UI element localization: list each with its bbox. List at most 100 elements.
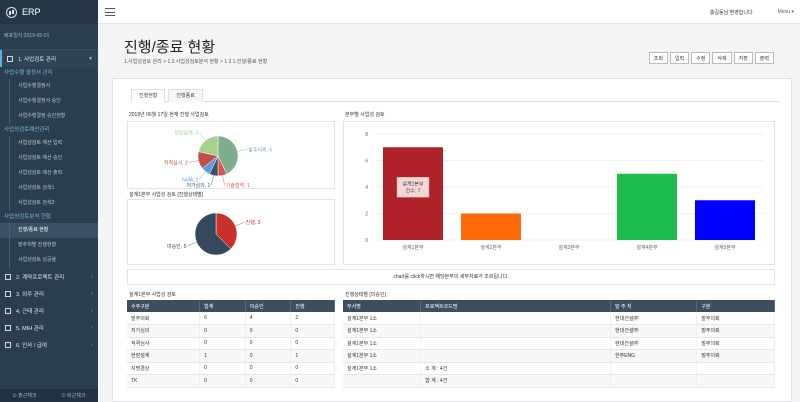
table-cell: 적격심사 [127,337,201,350]
check-out-button[interactable]: ⏻ 퇴근체크 [62,392,86,399]
check-out-label: 퇴근체크 [67,393,86,399]
table-row[interactable]: 설계1본부 1소 한주ENG 발주의뢰 [343,349,775,363]
pie-slice-label: 기술협약, 1 [226,182,250,189]
menu-group-hr-payroll[interactable]: 6. 인사 / 급여 ‹ [0,336,98,353]
y-tick-label: 0 [365,238,368,244]
menu-group-business-review[interactable]: 1. 사업검토 관리 ▼ [0,50,98,67]
insert-button[interactable]: 입력 [669,52,690,64]
sidebar-item[interactable]: 사업수행결정 승인현황 [0,109,98,124]
edit-button[interactable]: 수정 [691,52,711,64]
y-tick-label: 8 [365,132,368,138]
bar-chart[interactable]: 02468설계1본부 설계2본부 설계3본부 설계4본부 설계5본부설계1본부건수: 7 [344,122,776,266]
table-cell: 현대건설㈜ [610,312,698,325]
menu-group-outsourcing[interactable]: 3. 외주 관리 ‹ [0,285,98,302]
pie-leader-line [199,171,206,180]
logo[interactable]: ERP [0,0,98,24]
table-cell: 한주ENG [610,349,698,363]
table-cell: 0 [290,362,335,375]
table-cell [610,374,698,388]
menu-group-label: 2. 계약프로젝트 관리 [16,274,65,281]
search-button[interactable]: 조회 [648,52,668,64]
table-cell: 소 계 : 4건 [420,362,612,375]
sidebar-item[interactable]: 발주처별 진행현황 [0,238,98,253]
tooltip-value: 건수: 7 [406,187,421,194]
chevron-right-icon: ‹ [91,290,93,297]
chevron-right-icon: ‹ [91,307,93,314]
table-cell: 0 [245,374,292,388]
chevron-down-icon: ▼ [88,55,93,62]
tab-in-progress[interactable]: 진행현황 [131,89,166,102]
table-row[interactable]: 지명경상 0 0 0 [127,362,335,375]
sidebar-item[interactable]: 사업성검토 성공율 [0,253,98,268]
column-header: 합계 [199,300,246,312]
sidebar-item[interactable]: 사업수행결정서 승인 [0,94,98,109]
pie-leader-line [199,132,206,141]
table-row[interactable]: 설계1본부 1소 소 계 : 4건 [343,362,775,375]
pie-leader-line [188,160,199,163]
pie-leader-line [187,241,197,247]
hamburger-menu-icon[interactable] [105,8,115,16]
table-cell: 현장설계 [127,349,201,363]
sidebar-item[interactable]: 사업수행결정서 [0,79,98,94]
save-button[interactable]: 저장 [733,52,753,64]
table-row[interactable]: 현장설계 1 0 1 [127,349,335,363]
submenu-title: 사업수행 결정서 관리 [4,70,53,76]
column-header: 구분 [696,300,775,312]
x-tick-label: 설계3본부 [558,244,580,251]
sidebar-item[interactable]: 사업성검토 예산 입력 [0,136,98,151]
menu-group-contract[interactable]: 2. 계약프로젝트 관리 ‹ [0,268,98,285]
check-in-button[interactable]: ⊙ 출근체크 [13,392,37,399]
x-tick-label: 설계5본부 [714,244,736,251]
table-cell: 지명경상 [127,362,201,375]
top-menu-button[interactable]: Menu ▾ [778,9,794,15]
menu-group-mih[interactable]: 5. MIH 관리 ‹ [0,319,98,336]
sidebar-item-progress-status[interactable]: 진행/종료 현황 [0,223,98,238]
pie1-chart[interactable]: 발주의뢰, 6기술협약, 1저가심의, 1NoM, 1적격심사, 2현장설계, … [128,122,336,190]
chart-tooltip [396,177,430,198]
calendar-icon [5,307,11,314]
table-cell: 4 [245,312,292,325]
tab-completed[interactable]: 진행종료 [168,89,203,102]
pie2-chart[interactable]: 진행, 3 미승인, 5 [128,200,336,266]
column-header: 발 주 처 [610,300,698,312]
pie2-title: 설계1본부 사업성 검토 [진행상태별] [129,192,204,198]
pie-slice-label: 현장설계, 3 [174,130,198,137]
menu-group-attendance[interactable]: 4. 근태 관리 ‹ [0,302,98,319]
submenu-title: 사업성검토예산관리 [4,127,50,133]
table-cell: 발주의뢰 [696,312,775,325]
pie2-box: 진행, 3 미승인, 5 [127,199,335,265]
column-header: 미승인 [245,300,292,312]
table-row[interactable]: TK 0 0 0 [127,374,335,388]
table-row[interactable]: 발주의뢰 6 4 2 [127,312,335,325]
table-row[interactable]: 저가심의 0 0 0 [127,324,335,338]
table-cell: 0 [199,337,246,350]
sidebar-item[interactable]: 사업성검토 예산 승인 [0,151,98,166]
table-cell: 1 [199,349,246,363]
table-cell [696,362,775,375]
table-row[interactable]: 합 계 : 4건 [343,374,775,388]
table-row[interactable]: 적격심사 0 0 0 [127,337,335,350]
bar[interactable] [617,173,677,240]
chart-notice: chart를 click하시면 해당본부의 세부자료가 조회됩니다. [127,269,775,285]
sidebar: ERP 배포일자:2019-05-01 1. 사업검토 관리 ▼ 사업수행 결정… [0,0,98,402]
sidebar-item[interactable]: 사업성검토 예산 출력 [0,166,98,181]
menu-group-label: 1. 사업검토 관리 [18,56,57,63]
table-cell [610,362,698,375]
menu-group-label: 4. 근태 관리 [16,308,44,315]
sidebar-footer: ⊙ 출근체크 ⏻ 퇴근체크 [0,389,98,402]
table-cell: 설계1본부 1소 [343,349,422,363]
table-cell [420,337,612,350]
sidebar-item[interactable]: 사업성검토 검색2 [0,196,98,211]
bar[interactable] [461,213,521,241]
table-row[interactable]: 설계1본부 1소 현대건설㈜ 발주의뢰 [343,324,775,338]
wrench-icon [5,290,11,297]
table-row[interactable]: 설계1본부 1소 현대건설㈜ 발주의뢰 [343,337,775,350]
y-tick-label: 4 [365,185,368,191]
table-cell: 0 [245,324,292,338]
table-row[interactable]: 설계1본부 1소 현대건설㈜ 발주의뢰 [343,312,775,325]
delete-button[interactable]: 삭제 [712,52,732,64]
print-button[interactable]: 출력 [754,52,774,64]
table-cell: 0 [245,337,292,350]
bar[interactable] [695,200,755,240]
sidebar-item[interactable]: 사업성검토 검색1 [0,181,98,196]
